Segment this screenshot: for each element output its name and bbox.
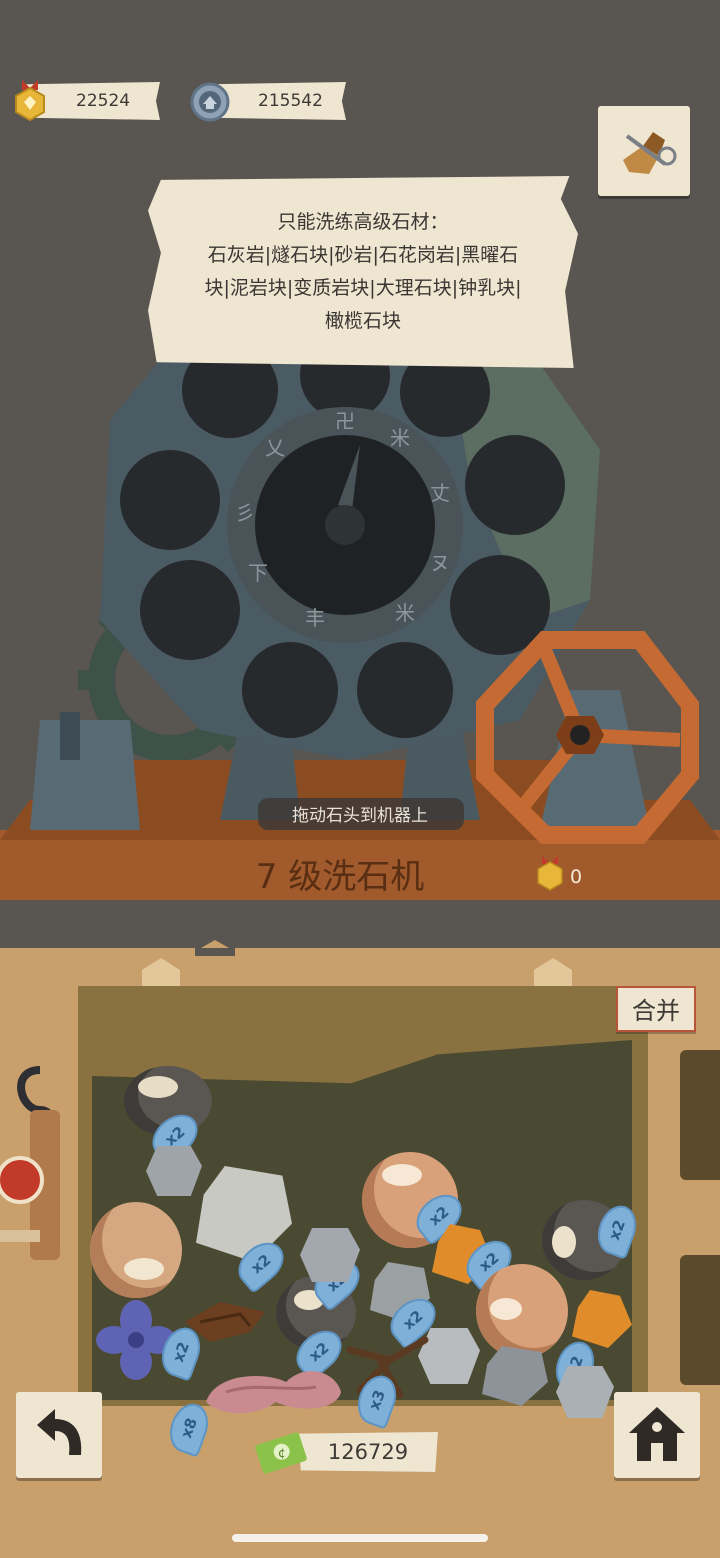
reward-count: 0 [570, 866, 582, 888]
dial-rune: 丰 [305, 606, 325, 630]
stone-washing-machine[interactable]: 卍 米 丈 ヌ 米 丰 下 彡 乂 拖动石头到机器上 7 级洗石机 0 [0, 340, 720, 910]
tool-button[interactable] [598, 106, 690, 196]
dial-rune: ヌ [430, 551, 450, 575]
dial-rune: 乂 [265, 436, 285, 460]
stone-requirement-note: 只能洗练高级石材： 石灰岩|燧石块|砂岩|石花岗岩|黑曜石 块|泥岩块|变质岩块… [148, 176, 578, 368]
note-line: 石灰岩|燧石块|砂岩|石花岗岩|黑曜石 [207, 244, 519, 266]
house-icon [629, 1407, 685, 1461]
dial-rune: 彡 [235, 501, 255, 525]
gear-counter: 215542 [190, 80, 346, 122]
svg-text:¢: ¢ [278, 1446, 286, 1460]
panel-pointer [195, 936, 235, 956]
dial-rune: 丈 [430, 481, 450, 505]
money-counter: 126729 ¢ [252, 1428, 442, 1478]
dial-rune: 米 [395, 601, 415, 625]
home-indicator[interactable] [232, 1534, 488, 1542]
home-button[interactable] [614, 1392, 700, 1478]
side-pocket [680, 1050, 720, 1180]
slingshot-icon[interactable] [0, 1050, 90, 1280]
gear-coin-icon [190, 82, 230, 122]
note-line: 橄榄石块 [324, 310, 401, 332]
dial-rune: 下 [248, 561, 268, 585]
banknote-icon: ¢ [255, 1432, 307, 1474]
note-title: 只能洗练高级石材： [277, 211, 449, 233]
back-arrow-icon [37, 1409, 82, 1455]
money-amount: 126729 [298, 1432, 438, 1472]
merge-button[interactable]: 合并 [616, 986, 696, 1032]
hammer-tool-icon [623, 132, 677, 174]
drag-hint: 拖动石头到机器上 [292, 806, 428, 826]
medal-icon [15, 80, 45, 122]
note-line: 块|泥岩块|变质岩块|大理石块|钟乳块| [204, 277, 522, 299]
dial-rune: 卍 [335, 409, 355, 433]
dial-rune: 米 [390, 426, 410, 450]
back-button[interactable] [16, 1392, 102, 1478]
bag-interior [92, 1040, 632, 1400]
machine-title: 7 级洗石机 [256, 857, 424, 897]
medal-counter: 22524 [8, 80, 160, 122]
side-pocket [680, 1255, 720, 1385]
